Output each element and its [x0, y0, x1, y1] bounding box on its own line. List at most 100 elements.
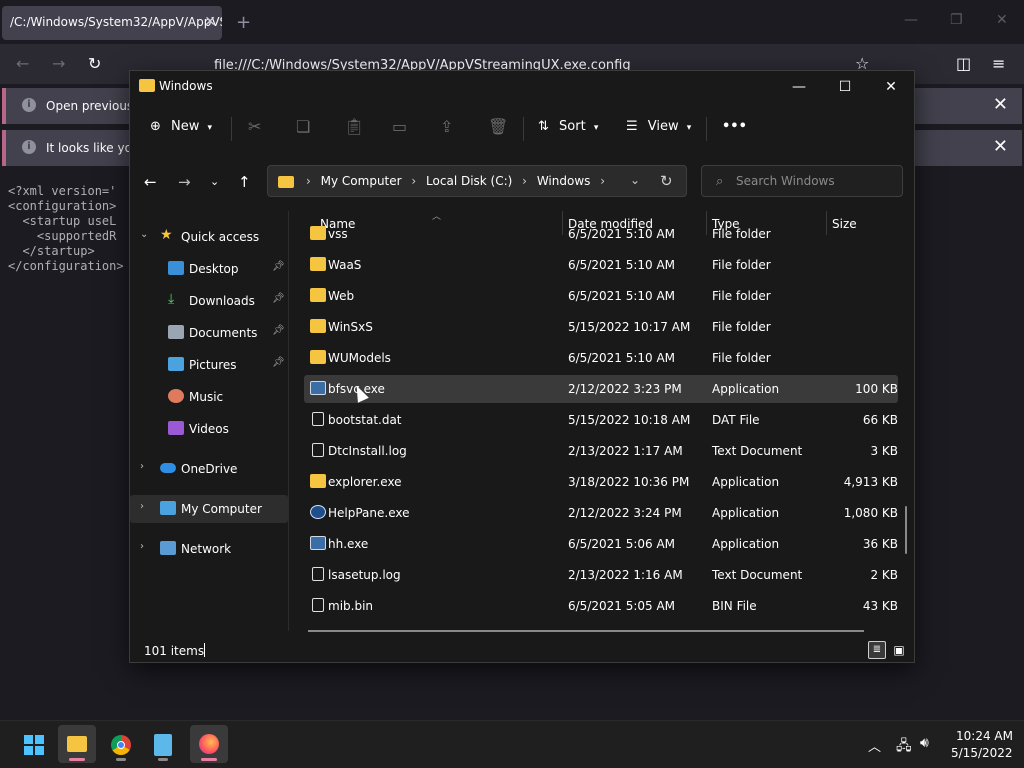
- file-row[interactable]: WinSxS 5/15/2022 10:17 AM File folder: [304, 313, 898, 341]
- details-view-icon[interactable]: ≣: [868, 641, 886, 659]
- paste-icon[interactable]: 📋︎: [344, 117, 364, 136]
- breadcrumb-local-disk[interactable]: Local Disk (C:): [426, 174, 512, 188]
- copy-icon[interactable]: ❏: [296, 117, 310, 136]
- file-row[interactable]: hh.exe 6/5/2021 5:06 AM Application 36 KB: [304, 530, 898, 558]
- chevron-right-icon[interactable]: ›: [140, 501, 144, 512]
- pin-icon[interactable]: 📌︎: [272, 357, 285, 368]
- file-row[interactable]: DtcInstall.log 2/13/2022 1:17 AM Text Docu…: [304, 437, 898, 465]
- file-row[interactable]: bfsvc.exe 2/12/2022 3:23 PM Application 100…: [304, 375, 898, 403]
- taskbar-chrome[interactable]: [102, 725, 140, 763]
- help-icon: [310, 505, 326, 519]
- chevron-right-icon[interactable]: ›: [411, 174, 416, 188]
- nav-music[interactable]: Music: [130, 383, 288, 411]
- chevron-down-icon[interactable]: ⌄: [140, 229, 148, 240]
- close-icon[interactable]: ✕: [993, 136, 1008, 157]
- vertical-scrollbar[interactable]: [905, 506, 907, 554]
- file-name: WaaS: [328, 258, 362, 272]
- taskbar-file-explorer[interactable]: [58, 725, 96, 763]
- tab-title: /C:/Windows/System32/AppV/AppVStreamingU…: [10, 15, 222, 29]
- running-indicator: [69, 758, 85, 761]
- more-options-button[interactable]: •••: [722, 119, 747, 134]
- close-icon[interactable]: ✕: [993, 94, 1008, 115]
- pane-divider[interactable]: [288, 211, 289, 631]
- chevron-right-icon[interactable]: ›: [522, 174, 527, 188]
- cut-icon[interactable]: ✂: [248, 117, 261, 136]
- tiles-view-icon[interactable]: ▣: [890, 641, 908, 659]
- network-icon[interactable]: 🖧︎: [896, 735, 912, 759]
- nav-pictures[interactable]: Pictures 📌︎: [130, 351, 288, 379]
- search-box[interactable]: ⌕: [701, 165, 903, 197]
- nav-my-computer[interactable]: › My Computer: [130, 495, 288, 523]
- minimize-button[interactable]: —: [776, 75, 822, 99]
- refresh-icon[interactable]: ↻: [660, 172, 673, 190]
- chevron-right-icon[interactable]: ›: [140, 541, 144, 552]
- file-row[interactable]: WUModels 6/5/2021 5:10 AM File folder: [304, 344, 898, 372]
- running-indicator: [201, 758, 217, 761]
- breadcrumb-my-computer[interactable]: My Computer: [321, 174, 402, 188]
- recent-locations-chevron-icon[interactable]: ⌄: [210, 175, 219, 188]
- status-separator: [204, 643, 205, 657]
- reload-icon[interactable]: ↻: [88, 54, 101, 73]
- browser-tab[interactable]: /C:/Windows/System32/AppV/AppVStreamingU…: [2, 6, 222, 40]
- up-icon[interactable]: ↑: [238, 173, 251, 191]
- file-row[interactable]: explorer.exe 3/18/2022 10:36 PM Applicatio…: [304, 468, 898, 496]
- browser-restore-icon[interactable]: ❐: [950, 12, 963, 28]
- file-row[interactable]: Web 6/5/2021 5:10 AM File folder: [304, 282, 898, 310]
- breadcrumb: › My Computer › Local Disk (C:) › Window…: [300, 174, 611, 188]
- application-icon: [310, 381, 326, 395]
- file-name: explorer.exe: [328, 475, 402, 489]
- forward-icon[interactable]: →: [178, 173, 191, 191]
- breadcrumb-windows[interactable]: Windows: [537, 174, 591, 188]
- nav-quick-access[interactable]: ⌄ ★ Quick access: [130, 223, 288, 251]
- pin-icon[interactable]: 📌︎: [272, 293, 285, 304]
- chevron-down-icon[interactable]: ⌄: [630, 173, 640, 187]
- maximize-button[interactable]: ☐: [822, 75, 868, 99]
- browser-close-icon[interactable]: ✕: [996, 12, 1008, 28]
- view-button[interactable]: ☰ View ▾: [626, 119, 691, 134]
- nav-downloads[interactable]: ⤓ Downloads 📌︎: [130, 287, 288, 315]
- horizontal-scrollbar[interactable]: [308, 630, 864, 632]
- volume-icon[interactable]: 🔊︎: [920, 735, 929, 751]
- taskbar-firefox[interactable]: [190, 725, 228, 763]
- tab-close-icon[interactable]: ✕: [204, 14, 216, 30]
- search-input[interactable]: [736, 171, 896, 191]
- start-button[interactable]: [14, 725, 52, 763]
- chevron-right-icon[interactable]: ›: [140, 461, 144, 472]
- back-icon[interactable]: ←: [144, 173, 157, 191]
- taskbar-app[interactable]: [144, 725, 182, 763]
- forward-icon[interactable]: →: [52, 54, 65, 73]
- delete-icon[interactable]: 🗑︎: [488, 117, 508, 136]
- show-hidden-icons-chevron-icon[interactable]: ︿: [868, 736, 881, 755]
- nav-documents[interactable]: Documents 📌︎: [130, 319, 288, 347]
- nav-onedrive[interactable]: › OneDrive: [130, 455, 288, 483]
- rename-icon[interactable]: ▭: [392, 117, 407, 136]
- chevron-right-icon[interactable]: ›: [600, 174, 605, 188]
- file-row[interactable]: mib.bin 6/5/2021 5:05 AM BIN File 43 KB: [304, 592, 898, 620]
- new-button[interactable]: ⊕ New ▾: [150, 119, 212, 134]
- new-tab-icon[interactable]: +: [236, 12, 251, 33]
- pin-icon[interactable]: 📌︎: [272, 261, 285, 272]
- nav-desktop[interactable]: Desktop 📌︎: [130, 255, 288, 283]
- nav-network[interactable]: › Network: [130, 535, 288, 563]
- share-icon[interactable]: ⇪: [440, 117, 453, 136]
- address-bar[interactable]: › My Computer › Local Disk (C:) › Window…: [267, 165, 687, 197]
- title-bar[interactable]: Windows — ☐ ✕: [130, 71, 914, 103]
- menu-icon[interactable]: ≡: [992, 54, 1005, 73]
- file-row[interactable]: bootstat.dat 5/15/2022 10:18 AM DAT File 66…: [304, 406, 898, 434]
- file-row[interactable]: WaaS 6/5/2021 5:10 AM File folder: [304, 251, 898, 279]
- file-row[interactable]: vss 6/5/2021 5:10 AM File folder: [304, 220, 898, 248]
- clock-time[interactable]: 10:24 AM: [956, 729, 1013, 743]
- pocket-icon[interactable]: ◫: [956, 54, 971, 73]
- new-label: New: [171, 119, 200, 134]
- clock-date[interactable]: 5/15/2022: [951, 746, 1013, 760]
- back-icon[interactable]: ←: [16, 54, 29, 73]
- file-name: lsasetup.log: [328, 568, 401, 582]
- xml-line: <supportedR: [8, 229, 117, 243]
- file-row[interactable]: lsasetup.log 2/13/2022 1:16 AM Text Docume…: [304, 561, 898, 589]
- sort-button[interactable]: ⇅ Sort ▾: [538, 119, 598, 134]
- nav-videos[interactable]: Videos: [130, 415, 288, 443]
- file-row[interactable]: HelpPane.exe 2/12/2022 3:24 PM Application…: [304, 499, 898, 527]
- browser-minimize-icon[interactable]: —: [904, 12, 918, 28]
- close-button[interactable]: ✕: [868, 75, 914, 99]
- pin-icon[interactable]: 📌︎: [272, 325, 285, 336]
